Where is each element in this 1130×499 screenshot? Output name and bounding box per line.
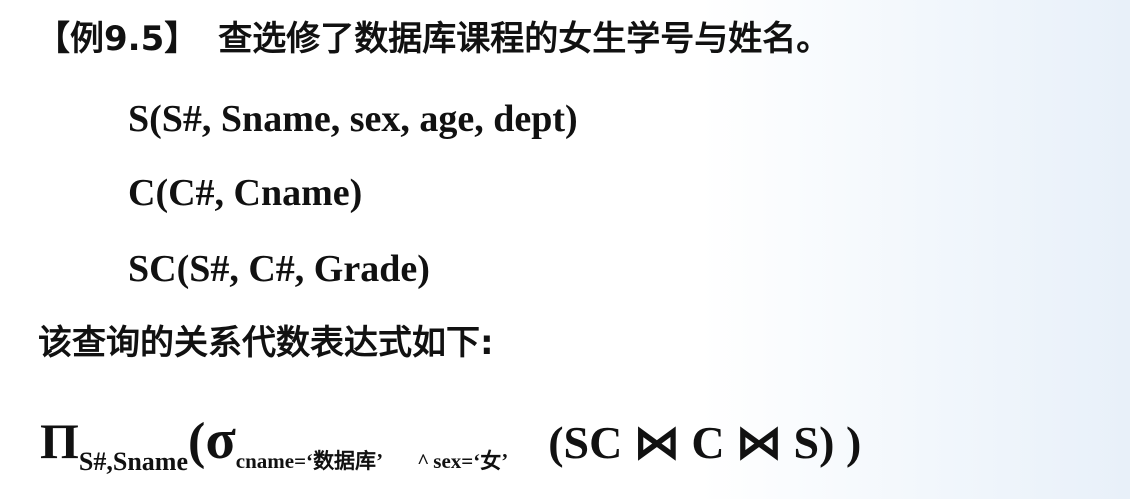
natural-join-expression: (SC ⋈ C ⋈ S) ) bbox=[548, 417, 862, 468]
example-label: 【例9.5】 bbox=[36, 19, 199, 59]
example-question: 查选修了数据库课程的女生学号与姓名。 bbox=[218, 19, 831, 59]
projection-attributes: S#,Sname bbox=[78, 447, 188, 476]
cname-condition-suffix: ’ bbox=[376, 449, 384, 473]
open-paren: ( bbox=[187, 413, 206, 470]
relational-algebra-formula: ΠS#,Sname(σcname=‘数据库’ ^ sex=‘女’ (SC ⋈ C ⋈ … bbox=[40, 412, 861, 475]
selection-condition: cname=‘数据库’ ^ sex=‘女’ bbox=[236, 449, 508, 473]
example-title: 【例9.5】 查选修了数据库课程的女生学号与姓名。 bbox=[36, 22, 830, 56]
selection-symbol: σ bbox=[205, 409, 236, 471]
and-operator: ^ bbox=[417, 449, 430, 473]
schema-course: C(C#, Cname) bbox=[128, 172, 363, 214]
sex-condition-value: 女 bbox=[480, 449, 502, 473]
expression-intro: 该查询的关系代数表达式如下: bbox=[38, 323, 494, 363]
sex-condition-prefix: sex=‘ bbox=[433, 449, 481, 473]
sex-condition-suffix: ’ bbox=[501, 449, 509, 473]
cname-condition-prefix: cname=‘ bbox=[235, 449, 314, 473]
projection-symbol: Π bbox=[40, 413, 79, 469]
cname-condition-value: 数据库 bbox=[313, 449, 377, 473]
schema-student-course: SC(S#, C#, Grade) bbox=[128, 248, 430, 290]
schema-student: S(S#, Sname, sex, age, dept) bbox=[128, 98, 578, 140]
